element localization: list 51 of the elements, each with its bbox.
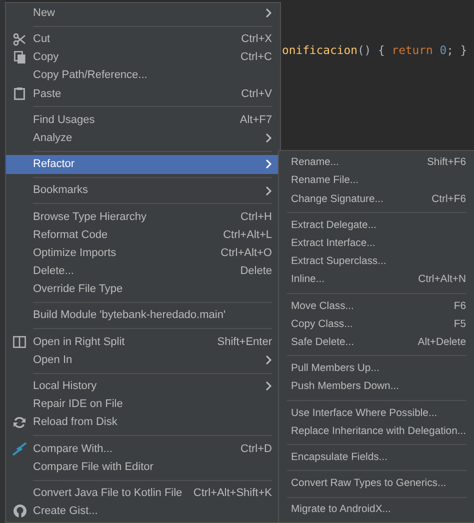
menu-item[interactable]: Safe Delete... Alt+Delete (279, 334, 474, 352)
menu-item[interactable]: Refactor (6, 155, 280, 174)
code-text: ; } (446, 43, 468, 57)
menu-item[interactable]: New (6, 4, 280, 22)
menu-item[interactable]: Copy Class... F5 (279, 316, 474, 334)
menu-item[interactable]: Reformat Code Ctrl+Alt+L (6, 226, 280, 244)
menu-item[interactable]: Migrate to AndroidX... (279, 501, 474, 520)
menu-item[interactable]: Repair IDE on File (6, 395, 280, 414)
scissors-icon (13, 32, 26, 46)
code-keyword: return (392, 43, 433, 57)
menu-item[interactable]: Encapsulate Fields... (279, 448, 474, 467)
menu-item[interactable]: Extract Delegate... (279, 216, 474, 235)
reload-icon (13, 416, 26, 430)
menu-item[interactable]: Open in Right Split Shift+Enter (6, 332, 280, 351)
compare-arrows-icon (12, 442, 27, 456)
menu-item[interactable]: Override File Type (6, 280, 280, 299)
menu-item[interactable]: Copy Path/Reference... (6, 66, 280, 85)
menu-item[interactable]: Open In (6, 351, 280, 370)
menu-item[interactable]: Find Usages Alt+F7 (6, 110, 280, 130)
clipboard-icon (14, 87, 25, 100)
menu-item[interactable]: Rename... Shift+F6 (279, 154, 474, 172)
menu-item[interactable]: Change Signature... Ctrl+F6 (279, 190, 474, 209)
menu-item[interactable]: Bookmarks (6, 182, 280, 200)
menu-item[interactable]: Build Module 'bytebank-heredado.main' (6, 306, 280, 325)
method-name: onificacion (282, 43, 358, 57)
menu-item[interactable]: Extract Superclass... (279, 252, 474, 272)
menu-item[interactable]: Rename File... (279, 172, 474, 190)
menu-item[interactable]: Optimize Imports Ctrl+Alt+O (6, 244, 280, 262)
code-text: () { (357, 43, 385, 57)
menu-item[interactable]: Replace Inheritance with Delegation... (279, 422, 474, 441)
split-view-icon (13, 336, 26, 348)
menu-item[interactable]: Local History (6, 377, 280, 396)
menu-item[interactable]: Delete... Delete (6, 262, 280, 280)
menu-item[interactable]: Move Class... F6 (279, 297, 474, 316)
copy-icon (14, 50, 26, 64)
menu-item[interactable]: Compare File with Editor (6, 458, 280, 476)
menu-item[interactable]: Convert Raw Types to Generics... (279, 474, 474, 493)
menu-item[interactable]: Use Interface Where Possible... (279, 404, 474, 422)
code-number: 0 (440, 43, 447, 57)
menu-item[interactable]: Pull Members Up... (279, 360, 474, 378)
menu-item[interactable]: Convert Java File to Kotlin File Ctrl+Alt+Shift+K (6, 484, 280, 502)
menu-item[interactable]: Paste Ctrl+V (6, 84, 280, 103)
menu-item[interactable]: Push Members Down... (279, 378, 474, 396)
menu-item[interactable]: Reload from Disk (6, 414, 280, 432)
menu-item[interactable]: Cut Ctrl+X (6, 30, 280, 48)
menu-item[interactable]: Analyze (6, 129, 280, 148)
menu-item[interactable]: Browse Type Hierarchy Ctrl+H (6, 208, 280, 226)
menu-item[interactable]: Inline... Ctrl+Alt+N (279, 271, 474, 290)
menu-item[interactable]: Extract Interface... (279, 234, 474, 253)
menu-item[interactable]: Copy Ctrl+C (6, 48, 280, 67)
round-logo-icon (12, 504, 26, 518)
